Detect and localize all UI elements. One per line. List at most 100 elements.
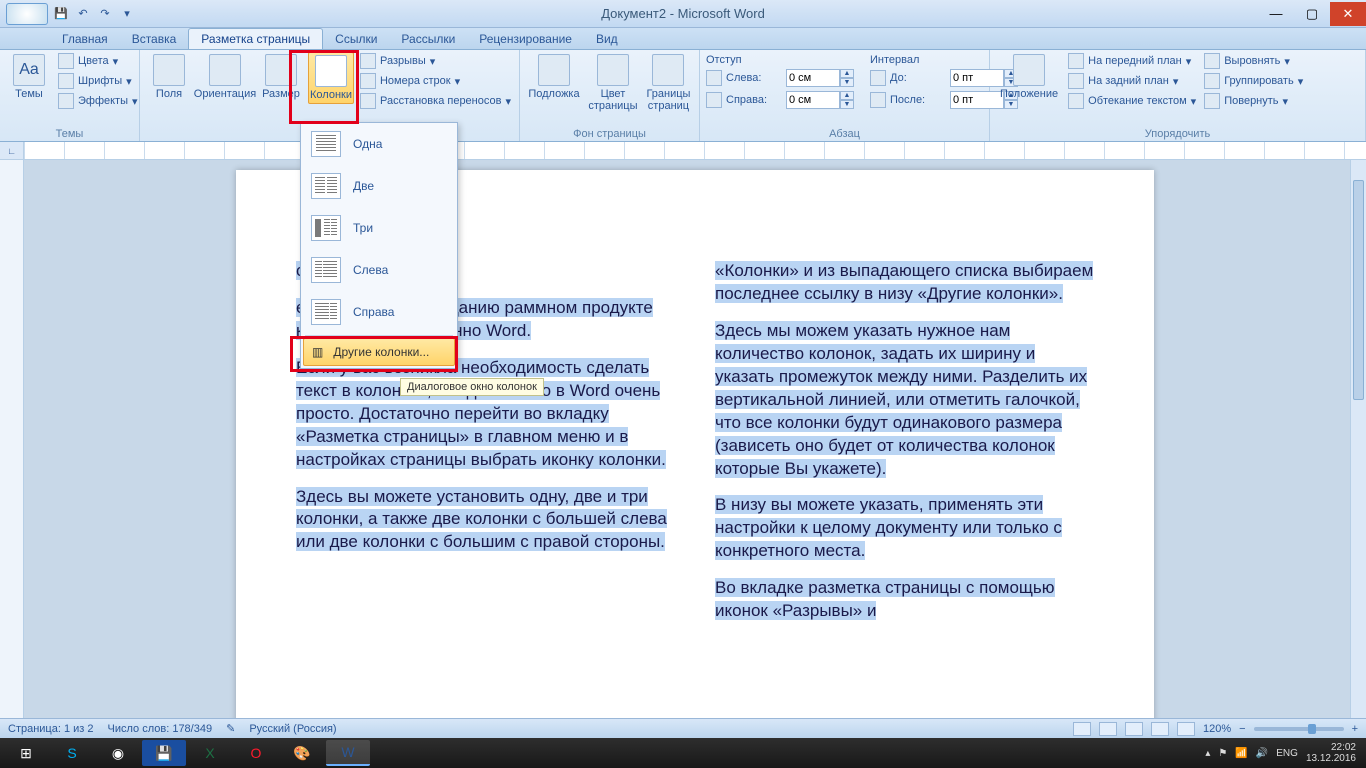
view-web-layout-icon[interactable] (1125, 722, 1143, 736)
tab-view[interactable]: Вид (584, 29, 630, 49)
zoom-value[interactable]: 120% (1203, 723, 1231, 735)
columns-more-options[interactable]: ▥ Другие колонки... (303, 338, 455, 366)
view-full-screen-icon[interactable] (1099, 722, 1117, 736)
taskbar-excel-icon[interactable]: X (188, 740, 232, 766)
save-icon[interactable]: 💾 (52, 5, 70, 23)
tab-page-layout[interactable]: Разметка страницы (188, 28, 323, 49)
right-column-icon (311, 299, 341, 325)
columns-button[interactable]: Колонки (308, 52, 354, 104)
two-columns-icon (311, 173, 341, 199)
ruler-horizontal[interactable]: ∟ (0, 142, 1366, 160)
taskbar-opera-icon[interactable]: O (234, 740, 278, 766)
h-ruler[interactable] (24, 142, 1366, 159)
quick-access-toolbar: 💾 ↶ ↷ ▾ (0, 3, 136, 25)
taskbar-skype-icon[interactable]: S (50, 740, 94, 766)
columns-option-two[interactable]: Две (301, 165, 457, 207)
close-button[interactable]: ✕ (1330, 2, 1366, 26)
view-outline-icon[interactable] (1151, 722, 1169, 736)
redo-icon[interactable]: ↷ (96, 5, 114, 23)
orientation-icon (209, 54, 241, 86)
view-print-layout-icon[interactable] (1073, 722, 1091, 736)
paragraph-text: «Колонки» и из выпадающего списка выбира… (715, 261, 1093, 303)
qat-menu-icon[interactable]: ▾ (118, 5, 136, 23)
start-button[interactable]: ⊞ (4, 740, 48, 766)
page-borders-button[interactable]: Границы страниц (644, 52, 693, 114)
spinner[interactable]: ▲▼ (840, 91, 854, 109)
indent-right-input[interactable] (786, 91, 840, 109)
theme-colors-button[interactable]: Цвета ▾ (56, 52, 140, 70)
tray-network-icon[interactable]: 📶 (1235, 748, 1247, 759)
group-arrange: Положение На передний план ▾ На задний п… (990, 50, 1366, 141)
tray-flag-icon[interactable]: ⚑ (1218, 748, 1227, 759)
text-wrap-button[interactable]: Обтекание текстом ▾ (1066, 92, 1198, 110)
orientation-button[interactable]: Ориентация (196, 52, 254, 102)
taskbar-word-icon[interactable]: W (326, 740, 370, 766)
minimize-button[interactable]: — (1258, 2, 1294, 26)
group-page-bg-label: Фон страницы (526, 127, 693, 141)
tray-language[interactable]: ENG (1276, 748, 1298, 759)
status-language[interactable]: Русский (Россия) (249, 723, 336, 735)
tab-review[interactable]: Рецензирование (467, 29, 584, 49)
columns-label: Колонки (310, 89, 352, 101)
taskbar-paint-icon[interactable]: 🎨 (280, 740, 324, 766)
view-draft-icon[interactable] (1177, 722, 1195, 736)
maximize-button[interactable]: ▢ (1294, 2, 1330, 26)
theme-fonts-button[interactable]: Шрифты ▾ (56, 72, 140, 90)
group-button[interactable]: Группировать ▾ (1202, 72, 1305, 90)
option-label: Справа (353, 305, 394, 319)
rotate-button[interactable]: Повернуть ▾ (1202, 92, 1305, 110)
page-viewport[interactable]: олбцы в Ворде ема посвящена созданию рам… (24, 160, 1366, 724)
office-button[interactable] (6, 3, 48, 25)
align-button[interactable]: Выровнять ▾ (1202, 52, 1305, 70)
undo-icon[interactable]: ↶ (74, 5, 92, 23)
columns-dropdown: Одна Две Три Слева Справа ▥ Другие колон… (300, 122, 458, 369)
text-column-2[interactable]: «Колонки» и из выпадающего списка выбира… (715, 260, 1094, 637)
zoom-in-button[interactable]: + (1352, 723, 1358, 735)
columns-option-three[interactable]: Три (301, 207, 457, 249)
columns-option-one[interactable]: Одна (301, 123, 457, 165)
group-arrange-label: Упорядочить (996, 127, 1359, 141)
taskbar-chrome-icon[interactable]: ◉ (96, 740, 140, 766)
page-color-button[interactable]: Цвет страницы (586, 52, 640, 114)
send-back-button[interactable]: На задний план ▾ (1066, 72, 1198, 90)
size-button[interactable]: Размер (258, 52, 304, 102)
hyphenation-button[interactable]: Расстановка переносов ▾ (358, 92, 513, 110)
columns-option-right[interactable]: Справа (301, 291, 457, 333)
taskbar-totalcmd-icon[interactable]: 💾 (142, 740, 186, 766)
position-button[interactable]: Положение (996, 52, 1062, 102)
breaks-button[interactable]: Разрывы ▾ (358, 52, 513, 70)
columns-icon (315, 55, 347, 87)
themes-button[interactable]: Aa Темы (6, 52, 52, 102)
line-numbers-button[interactable]: Номера строк ▾ (358, 72, 513, 90)
position-icon (1013, 54, 1045, 86)
tab-mailings[interactable]: Рассылки (389, 29, 467, 49)
status-page[interactable]: Страница: 1 из 2 (8, 723, 94, 735)
tray-date: 13.12.2016 (1306, 753, 1356, 764)
vertical-scrollbar[interactable] (1350, 160, 1366, 724)
tray-clock[interactable]: 22:02 13.12.2016 (1306, 742, 1356, 764)
tray-volume-icon[interactable]: 🔊 (1256, 748, 1268, 759)
scrollbar-thumb[interactable] (1353, 180, 1364, 400)
margins-button[interactable]: Поля (146, 52, 192, 102)
windows-taskbar: ⊞ S ◉ 💾 X O 🎨 W ▴ ⚑ 📶 🔊 ENG 22:02 13.12.… (0, 738, 1366, 768)
theme-effects-button[interactable]: Эффекты ▾ (56, 92, 140, 110)
document-area: олбцы в Ворде ема посвящена созданию рам… (0, 160, 1366, 724)
tab-references[interactable]: Ссылки (323, 29, 389, 49)
ruler-vertical[interactable] (0, 160, 24, 724)
paragraph-text: Здесь мы можем указать нужное нам количе… (715, 321, 1087, 478)
tab-home[interactable]: Главная (50, 29, 120, 49)
watermark-button[interactable]: Подложка (526, 52, 582, 102)
left-column-icon (311, 257, 341, 283)
columns-option-left[interactable]: Слева (301, 249, 457, 291)
bring-front-button[interactable]: На передний план ▾ (1066, 52, 1198, 70)
tray-show-hidden-icon[interactable]: ▴ (1205, 748, 1210, 759)
zoom-slider[interactable] (1254, 727, 1344, 731)
indent-left-input[interactable] (786, 69, 840, 87)
bring-front-icon (1068, 53, 1084, 69)
tab-insert[interactable]: Вставка (120, 29, 189, 49)
spinner[interactable]: ▲▼ (840, 69, 854, 87)
zoom-out-button[interactable]: − (1239, 723, 1245, 735)
ruler-tab-selector[interactable]: ∟ (0, 142, 24, 159)
status-word-count[interactable]: Число слов: 178/349 (108, 723, 213, 735)
status-proofing-icon[interactable]: ✎ (226, 722, 235, 735)
